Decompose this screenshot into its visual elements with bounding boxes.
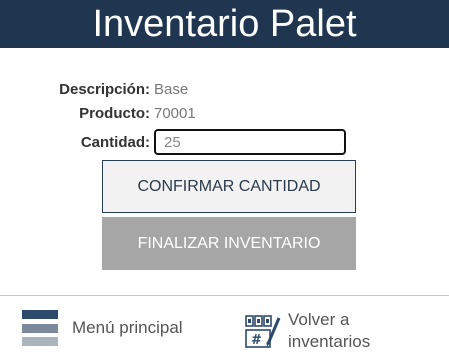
quantity-input[interactable] bbox=[154, 129, 346, 155]
product-label: Producto: bbox=[79, 104, 150, 122]
back-to-inventories-button[interactable]: # Volver a inventarios bbox=[244, 306, 398, 356]
quantity-label: Cantidad: bbox=[80, 133, 150, 151]
description-label: Descripción: bbox=[59, 80, 150, 98]
inventory-list-icon: # bbox=[245, 315, 281, 348]
back-to-inventories-label: Volver a inventarios bbox=[288, 310, 371, 351]
main-menu-button[interactable]: Menú principal bbox=[22, 308, 183, 348]
header-bar: Inventario Palet bbox=[0, 0, 449, 48]
confirm-quantity-button[interactable]: CONFIRMAR CANTIDAD bbox=[102, 160, 356, 213]
description-value: Base bbox=[154, 80, 189, 98]
description-row: Descripción: Base bbox=[0, 79, 188, 99]
main-menu-label: Menú principal bbox=[72, 318, 183, 337]
footer-divider bbox=[0, 295, 449, 296]
product-row: Producto: 70001 bbox=[0, 103, 196, 123]
hamburger-menu-icon bbox=[22, 310, 58, 346]
svg-text:#: # bbox=[251, 333, 262, 348]
product-value: 70001 bbox=[154, 104, 196, 122]
quantity-row: Cantidad: bbox=[0, 127, 346, 157]
page-title: Inventario Palet bbox=[92, 3, 357, 45]
finish-inventory-button[interactable]: FINALIZAR INVENTARIO bbox=[102, 217, 356, 270]
app-root: Inventario Palet Descripción: Base Produ… bbox=[0, 0, 449, 361]
